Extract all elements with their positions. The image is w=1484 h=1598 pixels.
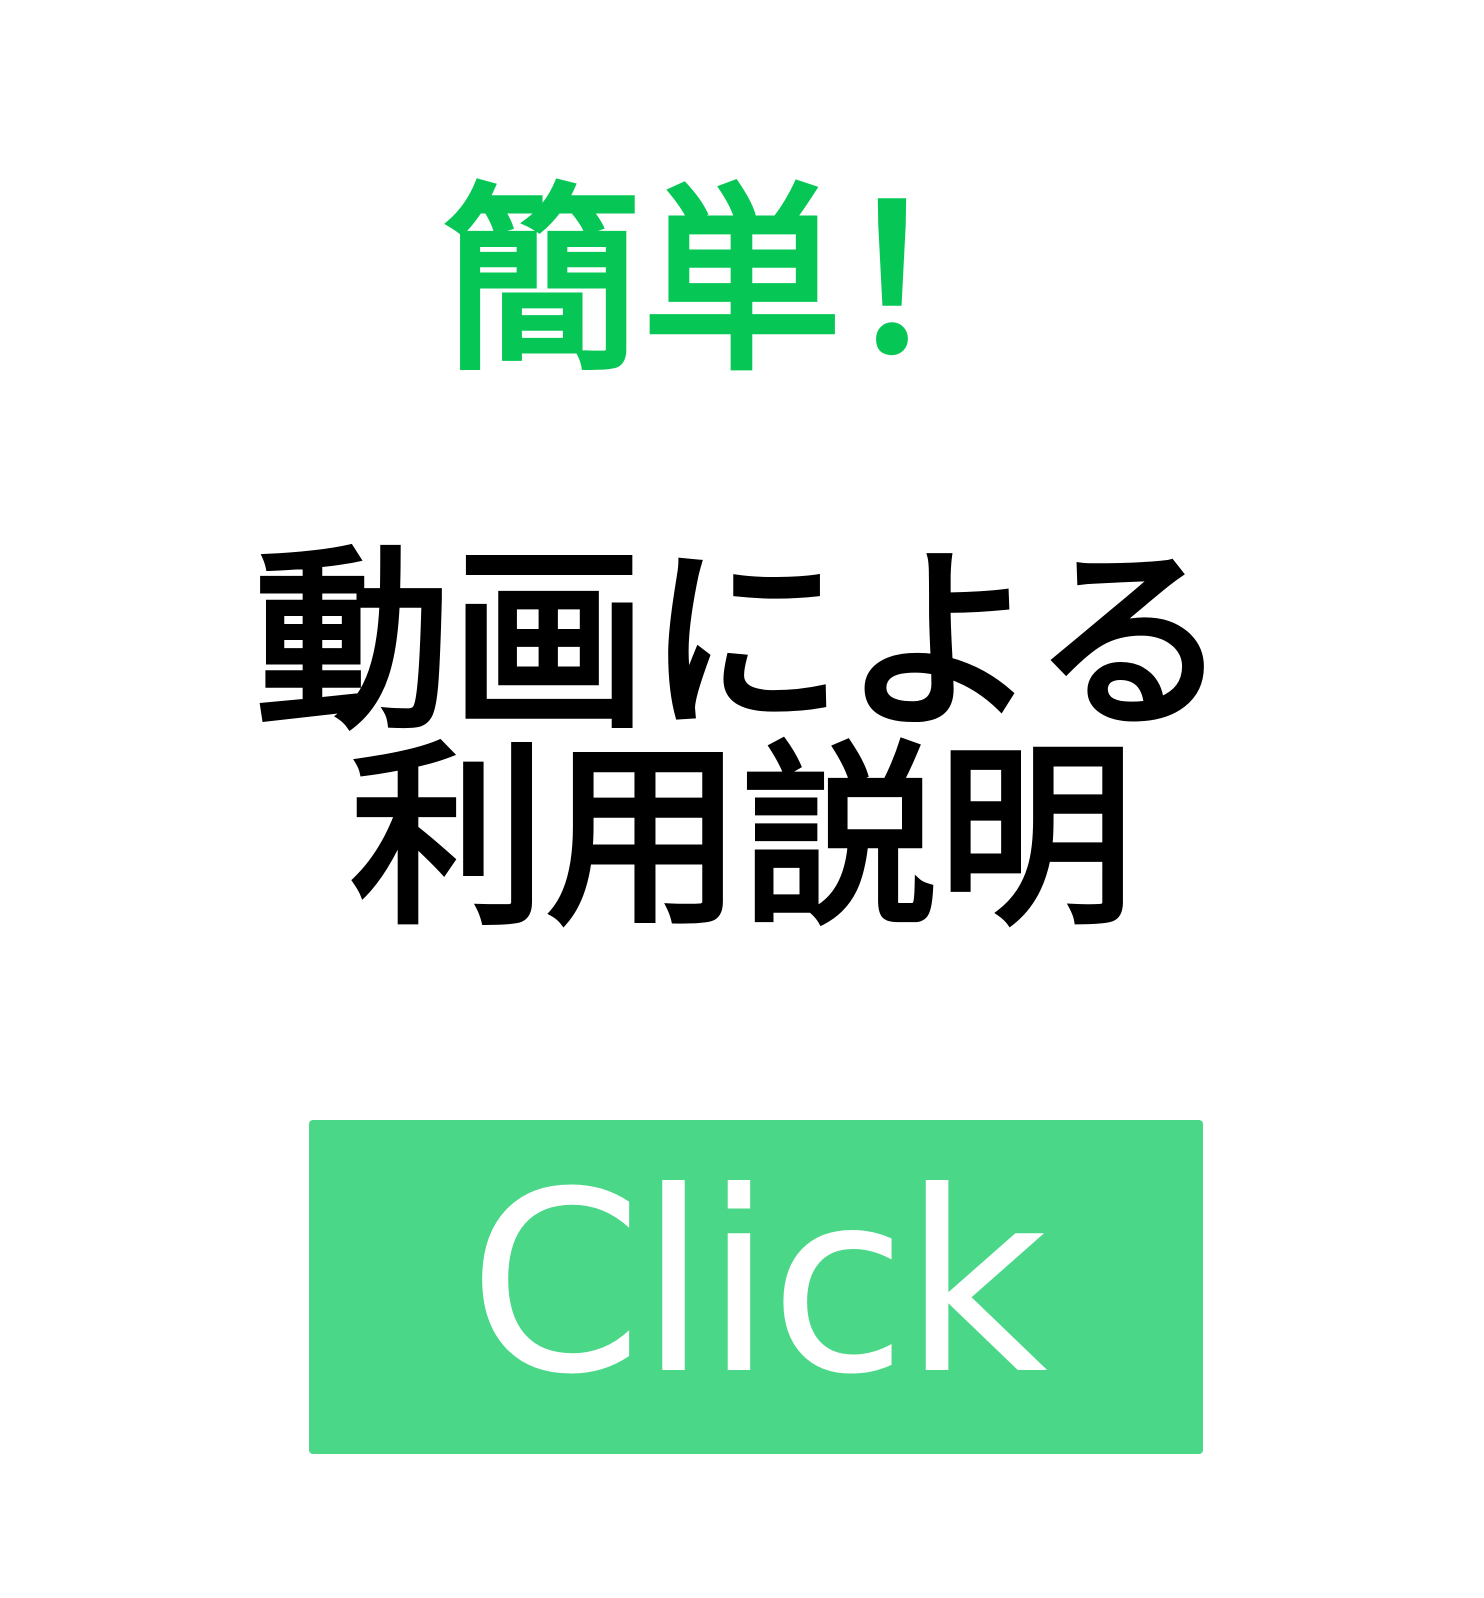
page-title: 動画による 利用説明 — [0, 545, 1484, 937]
title-line-1: 動画による — [254, 529, 1230, 757]
click-button-label: Click — [468, 1138, 1048, 1429]
tagline-heading: 簡単！ — [441, 166, 1042, 399]
title-line-2: 利用説明 — [349, 725, 1134, 953]
click-button[interactable]: Click — [309, 1120, 1203, 1454]
